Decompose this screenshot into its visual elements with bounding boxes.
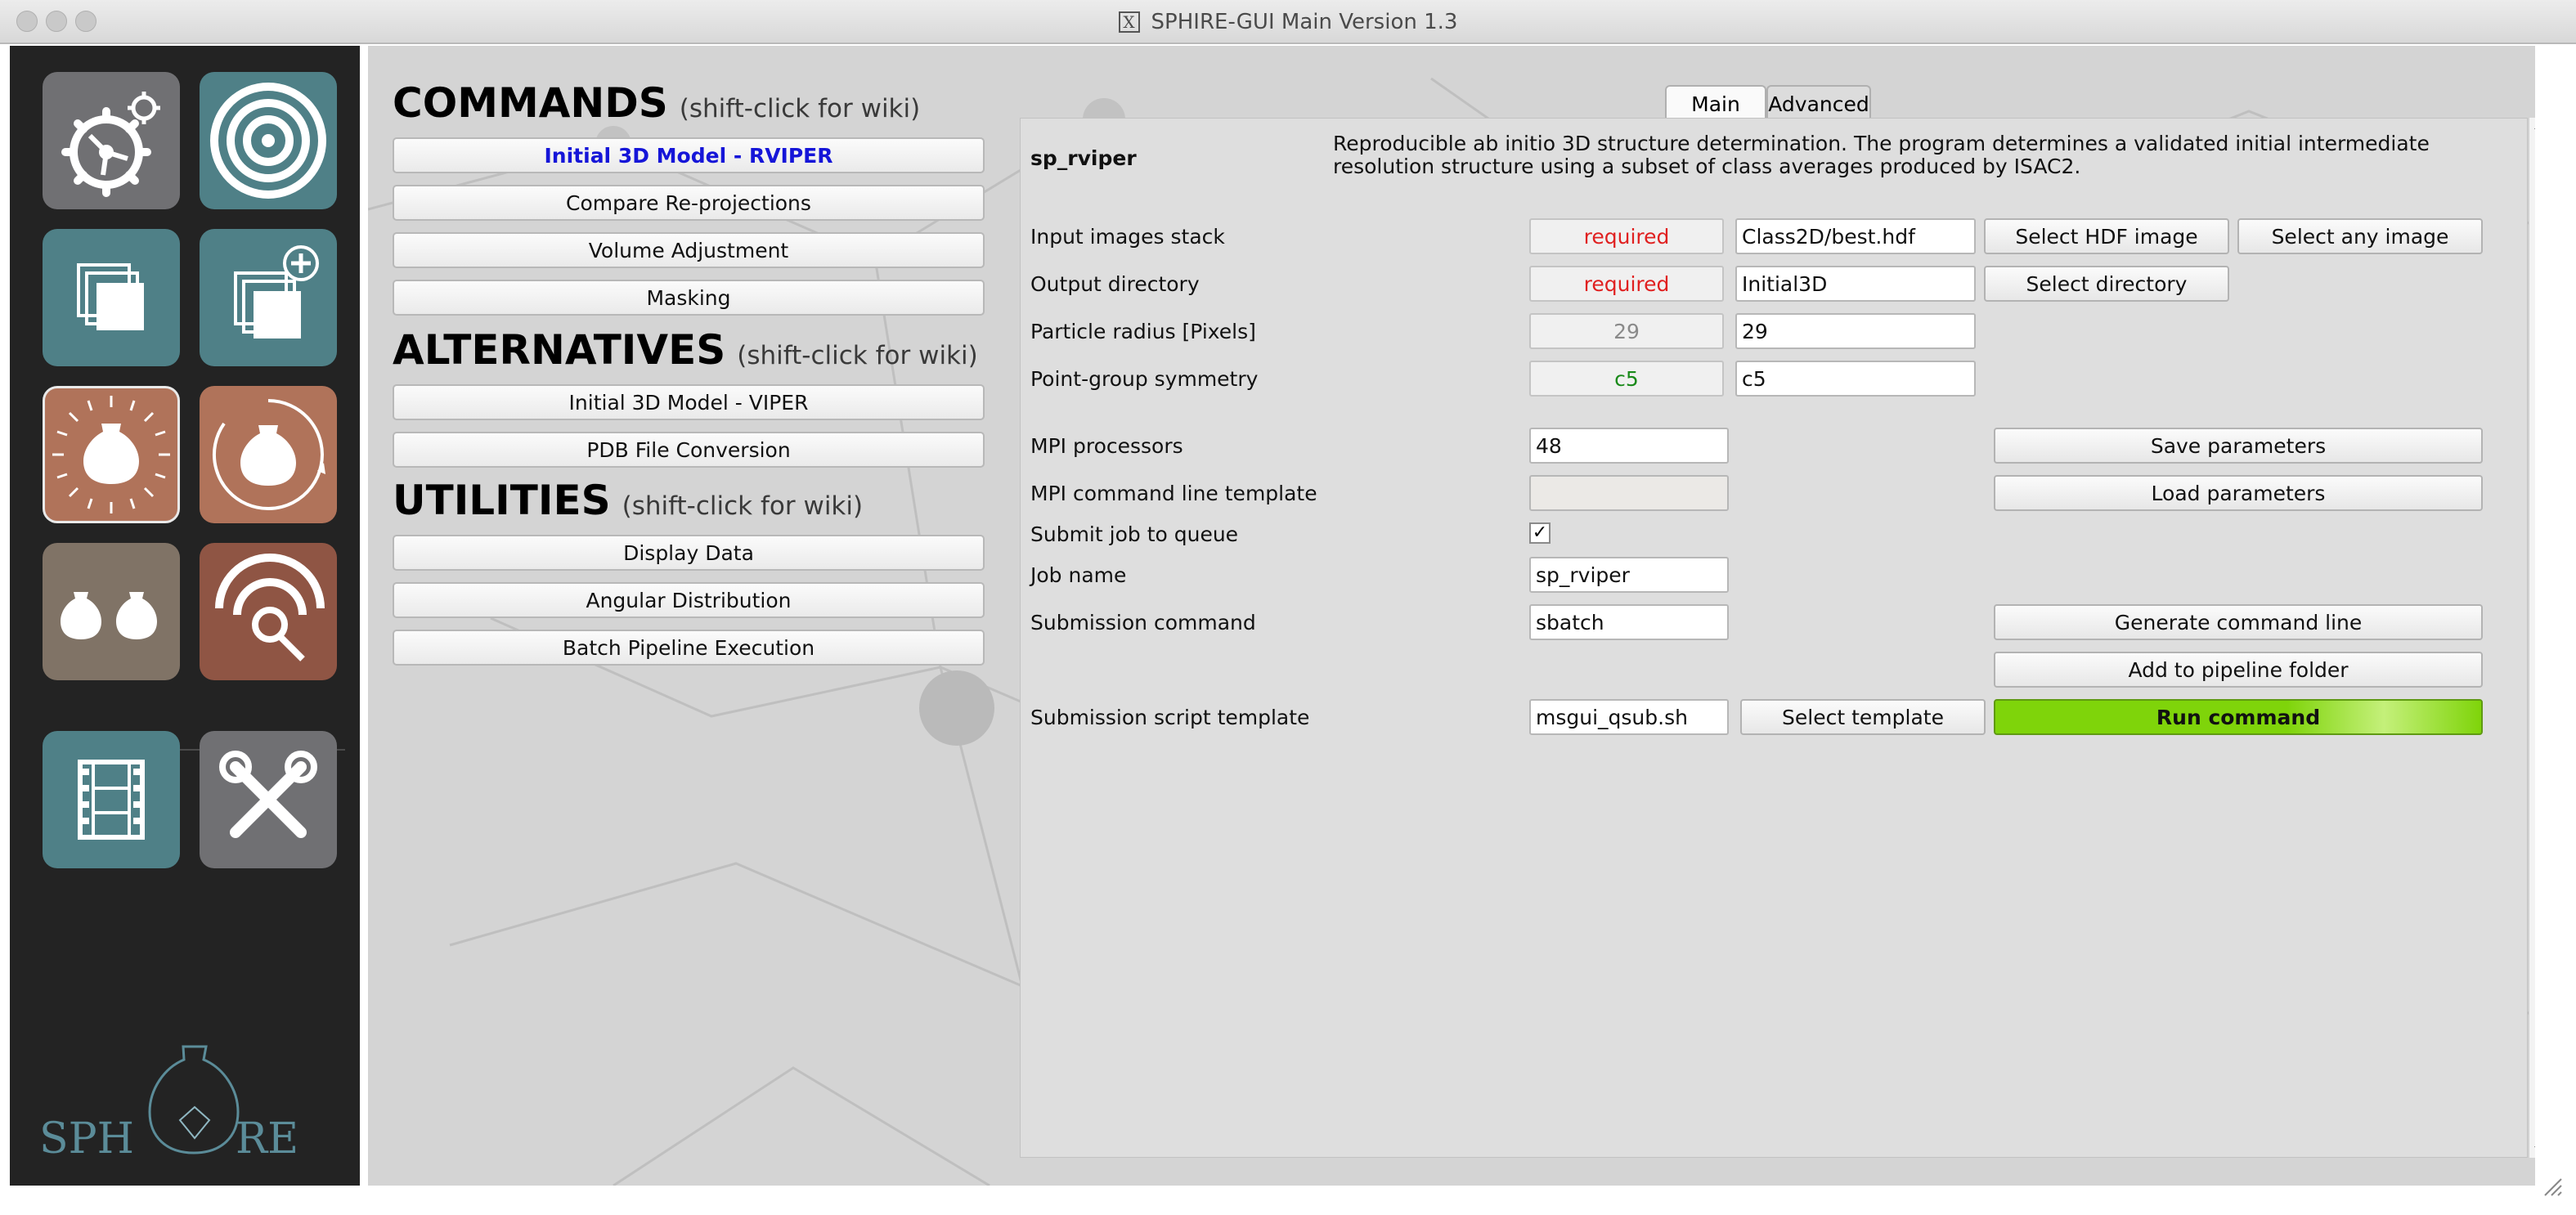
select-any-image-button[interactable]: Select any image: [2237, 218, 2483, 254]
panel-scrollbar[interactable]: [2529, 118, 2535, 1158]
symmetry-field[interactable]: c5: [1735, 361, 1976, 397]
load-parameters-button[interactable]: Load parameters: [1994, 475, 2483, 511]
sidebar-tile-movie[interactable]: [43, 731, 180, 868]
sphire-logo-graphic: SPH RE: [39, 1045, 298, 1163]
image-stack-icon: [77, 263, 144, 330]
command-initial-3d-model-rviper[interactable]: Initial 3D Model - RVIPER: [393, 137, 985, 173]
symmetry-label: Point-group symmetry: [1030, 367, 1259, 391]
submit-queue-label: Submit job to queue: [1030, 522, 1239, 546]
alternatives-hint: (shift-click for wiki): [737, 341, 978, 370]
sidebar-tile-localres[interactable]: [200, 543, 337, 680]
output-dir-default-button[interactable]: required: [1529, 266, 1724, 302]
submission-script-field[interactable]: msgui_qsub.sh: [1529, 699, 1729, 735]
submission-command-field[interactable]: sbatch: [1529, 604, 1729, 640]
program-description-line2: resolution structure using a subset of c…: [1333, 155, 2081, 178]
program-description-line1: Reproducible ab initio 3D structure dete…: [1333, 132, 2430, 155]
sidebar-tile-image-stack-add[interactable]: [200, 229, 337, 366]
movie-film-icon: [78, 760, 145, 840]
command-initial-3d-model-viper[interactable]: Initial 3D Model - VIPER: [393, 384, 985, 420]
settings-gears-icon: [61, 92, 160, 197]
svg-text:SPH: SPH: [39, 1114, 134, 1163]
save-parameters-button[interactable]: Save parameters: [1994, 428, 2483, 464]
svg-text:RE: RE: [236, 1114, 298, 1163]
command-compare-reprojections[interactable]: Compare Re-projections: [393, 185, 985, 221]
utility-batch-pipeline-execution[interactable]: Batch Pipeline Execution: [393, 630, 985, 666]
sphire-logo: SPH RE: [39, 1038, 350, 1177]
utilities-tools-icon: [219, 751, 317, 838]
generate-command-line-button[interactable]: Generate command line: [1994, 604, 2483, 640]
sidebar-tile-settings[interactable]: [43, 72, 180, 209]
sidebar-tile-heterogeneity[interactable]: [43, 543, 180, 680]
select-directory-button[interactable]: Select directory: [1984, 266, 2229, 302]
commands-title: COMMANDS: [393, 79, 668, 127]
utilities-title: UTILITIES: [393, 477, 611, 524]
submit-queue-checkbox[interactable]: ✓: [1529, 522, 1551, 544]
utilities-hint: (shift-click for wiki): [622, 491, 864, 521]
image-stack-add-icon: [234, 245, 319, 338]
symmetry-default-button[interactable]: c5: [1529, 361, 1724, 397]
sidebar-tile-target[interactable]: [200, 72, 337, 209]
x11-app-icon: X: [1118, 11, 1140, 33]
input-stack-default-button[interactable]: required: [1529, 218, 1724, 254]
command-pdb-file-conversion[interactable]: PDB File Conversion: [393, 432, 985, 468]
sidebar-tile-initial-model[interactable]: [43, 386, 180, 523]
radius-label: Particle radius [Pixels]: [1030, 320, 1256, 343]
command-masking[interactable]: Masking: [393, 280, 985, 316]
tab-advanced[interactable]: Advanced: [1766, 85, 1871, 121]
output-dir-field[interactable]: Initial3D: [1735, 266, 1976, 302]
initial-model-icon: [52, 396, 170, 513]
parameter-panel: sp_rviper Reproducible ab initio 3D stru…: [1020, 118, 2528, 1158]
refinement-icon: [212, 399, 325, 510]
target-rings-icon: [210, 83, 326, 199]
job-name-field[interactable]: sp_rviper: [1529, 557, 1729, 593]
window-title: X SPHIRE-GUI Main Version 1.3: [0, 0, 2576, 44]
scrollbar-arrows: [2534, 128, 2535, 1148]
sidebar-tile-refinement[interactable]: [200, 386, 337, 523]
input-stack-field[interactable]: Class2D/best.hdf: [1735, 218, 1976, 254]
mpi-template-field[interactable]: [1529, 475, 1729, 511]
main-area: COMMANDS (shift-click for wiki) Initial 3…: [368, 46, 2535, 1186]
utilities-section-title: UTILITIES (shift-click for wiki): [393, 476, 863, 531]
window-title-text: SPHIRE-GUI Main Version 1.3: [1151, 10, 1458, 34]
heterogeneity-icon: [61, 592, 157, 639]
sidebar-tile-image-stack[interactable]: [43, 229, 180, 366]
select-hdf-image-button[interactable]: Select HDF image: [1984, 218, 2229, 254]
radius-default-button[interactable]: 29: [1529, 313, 1724, 349]
commands-section-title: COMMANDS (shift-click for wiki): [393, 78, 920, 133]
tab-main[interactable]: Main: [1665, 85, 1766, 121]
radius-field[interactable]: 29: [1735, 313, 1976, 349]
submission-script-label: Submission script template: [1030, 706, 1310, 729]
select-template-button[interactable]: Select template: [1740, 699, 1986, 735]
submission-command-label: Submission command: [1030, 611, 1256, 634]
alternatives-title: ALTERNATIVES: [393, 326, 726, 374]
resize-grip-icon[interactable]: [2542, 1176, 2563, 1197]
mpi-processors-label: MPI processors: [1030, 434, 1183, 458]
program-name: sp_rviper: [1030, 146, 1137, 170]
command-volume-adjustment[interactable]: Volume Adjustment: [393, 232, 985, 268]
add-to-pipeline-folder-button[interactable]: Add to pipeline folder: [1994, 652, 2483, 688]
utility-angular-distribution[interactable]: Angular Distribution: [393, 582, 985, 618]
mpi-processors-field[interactable]: 48: [1529, 428, 1729, 464]
utility-display-data[interactable]: Display Data: [393, 535, 985, 571]
input-stack-label: Input images stack: [1030, 225, 1225, 249]
job-name-label: Job name: [1030, 563, 1127, 587]
output-dir-label: Output directory: [1030, 272, 1200, 296]
sidebar: [10, 46, 360, 1186]
run-command-button[interactable]: Run command: [1994, 699, 2483, 735]
scroll-down-arrow-icon: [2534, 1146, 2535, 1148]
alternatives-section-title: ALTERNATIVES (shift-click for wiki): [393, 325, 978, 380]
sidebar-tile-utilities[interactable]: [200, 731, 337, 868]
commands-hint: (shift-click for wiki): [679, 94, 921, 123]
scroll-up-arrow-icon: [2534, 128, 2535, 129]
localres-icon: [215, 554, 325, 661]
mpi-template-label: MPI command line template: [1030, 482, 1317, 505]
